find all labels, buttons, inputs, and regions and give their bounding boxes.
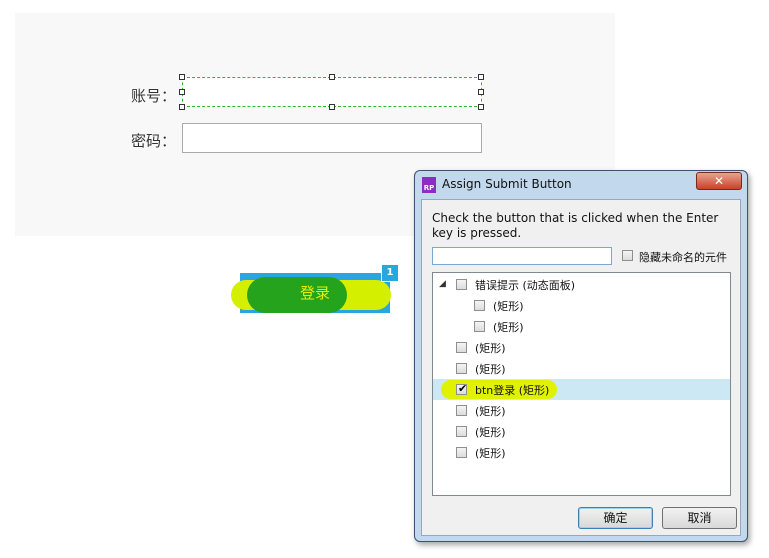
- tree-item-label: btn登录 (矩形): [475, 384, 550, 397]
- tree-item-label: (矩形): [493, 321, 524, 334]
- dialog-titlebar[interactable]: RP Assign Submit Button ✕: [415, 171, 747, 198]
- resize-handle[interactable]: [329, 74, 335, 80]
- resize-handle[interactable]: [478, 89, 484, 95]
- instruction-text: Check the button that is clicked when th…: [432, 211, 719, 240]
- tree-row[interactable]: (矩形): [433, 337, 730, 358]
- password-label: 密码：: [131, 132, 177, 150]
- expand-triangle-icon[interactable]: ◢: [439, 279, 446, 289]
- tree-checkbox-checked[interactable]: ✔: [456, 382, 468, 395]
- tree-checkbox[interactable]: [456, 447, 467, 458]
- resize-handle[interactable]: [329, 104, 335, 110]
- tree-row[interactable]: (矩形): [433, 400, 730, 421]
- search-input[interactable]: [432, 247, 612, 265]
- cancel-button[interactable]: 取消: [662, 507, 737, 529]
- close-button[interactable]: ✕: [696, 172, 742, 190]
- hide-unnamed-label: 隐藏未命名的元件: [639, 251, 727, 264]
- tree-item-label: (矩形): [493, 300, 524, 313]
- login-button[interactable]: 登录: [240, 273, 390, 313]
- tree-row[interactable]: (矩形): [433, 442, 730, 463]
- tree-item-label: (矩形): [475, 405, 506, 418]
- tree-checkbox[interactable]: [456, 342, 467, 353]
- account-label: 账号：: [131, 87, 177, 105]
- tree-checkbox[interactable]: [456, 426, 467, 437]
- tree-row[interactable]: (矩形): [433, 421, 730, 442]
- tree-checkbox[interactable]: [456, 363, 467, 374]
- tree-row[interactable]: (矩形): [433, 316, 730, 337]
- tree-item-label: (矩形): [475, 342, 506, 355]
- tree-item-label: (矩形): [475, 363, 506, 376]
- tree-row[interactable]: ◢ 错误提示 (动态面板): [433, 274, 730, 295]
- resize-handle[interactable]: [478, 104, 484, 110]
- dialog-title: Assign Submit Button: [442, 177, 572, 191]
- axure-rp-icon: RP: [422, 177, 436, 193]
- hide-unnamed-checkbox[interactable]: [622, 250, 633, 261]
- tree-checkbox[interactable]: [456, 279, 467, 290]
- resize-handle[interactable]: [179, 89, 185, 95]
- tree-item-label: 错误提示 (动态面板): [475, 279, 576, 292]
- resize-handle[interactable]: [179, 104, 185, 110]
- account-field[interactable]: [182, 77, 482, 107]
- ok-button[interactable]: 确定: [578, 507, 653, 529]
- tree-item-label: (矩形): [475, 447, 506, 460]
- tree-item-label: (矩形): [475, 426, 506, 439]
- tree-checkbox[interactable]: [456, 405, 467, 416]
- tree-row-selected[interactable]: ✔ btn登录 (矩形): [433, 379, 730, 400]
- resize-handle[interactable]: [478, 74, 484, 80]
- tree-checkbox[interactable]: [474, 300, 485, 311]
- password-field[interactable]: [182, 123, 482, 153]
- checkmark-icon: ✔: [458, 382, 468, 395]
- tree-row[interactable]: (矩形): [433, 295, 730, 316]
- widget-tree[interactable]: ◢ 错误提示 (动态面板) (矩形) (矩形) (矩形) (矩形) ✔ btn登…: [432, 272, 731, 496]
- resize-handle[interactable]: [179, 74, 185, 80]
- interaction-count-badge: 1: [381, 264, 399, 282]
- assign-submit-button-dialog: RP Assign Submit Button ✕ Check the butt…: [414, 170, 748, 542]
- dialog-client-area: Check the button that is clicked when th…: [421, 199, 741, 536]
- tree-checkbox[interactable]: [474, 321, 485, 332]
- tree-row[interactable]: (矩形): [433, 358, 730, 379]
